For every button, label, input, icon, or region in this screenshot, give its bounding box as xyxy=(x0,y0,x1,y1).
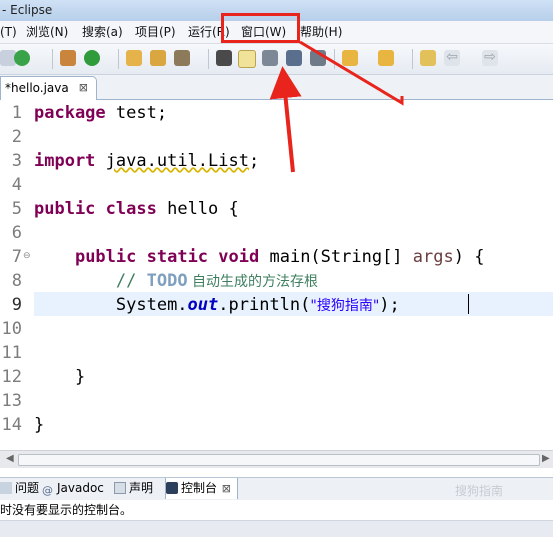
at-sign-icon: @ xyxy=(42,484,53,497)
editor-tab-row: *hello.java ⊠ xyxy=(0,75,553,100)
close-tab-icon[interactable]: ⊠ xyxy=(222,478,231,499)
menu-help[interactable]: 帮助(H) xyxy=(300,21,342,43)
open-folder-icon[interactable] xyxy=(150,50,166,66)
toggle-breakpoint-icon[interactable] xyxy=(216,50,232,66)
new-class-icon[interactable] xyxy=(84,50,100,66)
tab-console[interactable]: 控制台 ⊠ xyxy=(165,478,239,499)
line-number: 14 xyxy=(1,415,22,435)
line-number: 5 xyxy=(11,199,22,219)
tab-problems[interactable]: 问题 xyxy=(0,478,39,499)
prev-annotation-icon[interactable] xyxy=(378,50,394,66)
block-selection-icon[interactable] xyxy=(262,50,278,66)
forward-arrow-icon[interactable]: ⇨ xyxy=(482,50,498,66)
code-line-1: package test; xyxy=(34,103,168,123)
scrollbar-thumb[interactable] xyxy=(18,454,540,466)
code-line-3: import java.util.List; xyxy=(34,151,260,171)
toolbar-separator xyxy=(52,49,53,69)
scroll-right-icon[interactable]: ▶ xyxy=(542,453,550,464)
menu-search[interactable]: 搜索(a) xyxy=(82,21,123,43)
warning-underline: java.util.List xyxy=(105,151,249,171)
code-line-5: public class hello { xyxy=(34,199,239,219)
search-icon[interactable] xyxy=(174,50,190,66)
line-number: 7 xyxy=(11,247,22,267)
new-package-icon[interactable] xyxy=(60,50,76,66)
line-number: 1 xyxy=(11,103,22,123)
status-bar xyxy=(0,520,553,537)
console-icon xyxy=(166,482,178,494)
line-number-gutter: 1 2 3 4 5 6 7 8 9 10 11 12 13 14 ⊖ xyxy=(0,100,32,450)
menu-navigate[interactable]: 浏览(N) xyxy=(26,21,68,43)
console-message: 时没有要显示的控制台。 xyxy=(0,503,133,517)
highlight-box-annotation xyxy=(221,13,300,43)
tab-declaration[interactable]: 声明 xyxy=(114,478,153,499)
toolbar-separator xyxy=(208,49,209,69)
line-number: 12 xyxy=(1,367,22,387)
line-number: 11 xyxy=(1,343,22,363)
tab-label: *hello.java xyxy=(5,81,69,95)
line-number: 10 xyxy=(1,319,22,339)
show-whitespace-icon[interactable] xyxy=(286,50,302,66)
line-number: 13 xyxy=(1,391,22,411)
tab-hello-java[interactable]: *hello.java ⊠ xyxy=(0,76,97,100)
code-line-7: public static void main(String[] args) { xyxy=(74,247,485,267)
menu-tools[interactable]: (T) xyxy=(0,21,17,43)
declaration-icon xyxy=(114,482,126,494)
text-caret xyxy=(468,294,469,314)
tab-javadoc[interactable]: @ Javadoc xyxy=(42,478,104,499)
toggle-comment-icon[interactable] xyxy=(310,50,326,66)
toolbar-separator xyxy=(412,49,413,69)
problems-icon xyxy=(0,482,12,494)
code-line-12: } xyxy=(34,367,86,387)
line-number: 2 xyxy=(11,127,22,147)
scroll-left-icon[interactable]: ◀ xyxy=(6,453,14,464)
console-view: 时没有要显示的控制台。 xyxy=(0,500,553,520)
line-number: 9 xyxy=(11,295,22,315)
code-line-8: // TODO 自动生成的方法存根 xyxy=(115,271,319,291)
back-arrow-icon[interactable]: ⇦ xyxy=(444,50,460,66)
horizontal-scrollbar[interactable]: ◀ ▶ xyxy=(0,450,553,468)
open-type-icon[interactable] xyxy=(126,50,142,66)
line-number: 4 xyxy=(11,175,22,195)
code-line-9: System.out.println("搜狗指南"); xyxy=(115,295,400,315)
debug-icon[interactable] xyxy=(14,50,30,66)
fold-collapse-icon[interactable]: ⊖ xyxy=(23,251,31,261)
next-annotation-icon[interactable] xyxy=(342,50,358,66)
window-title: - Eclipse xyxy=(2,3,53,17)
toolbar-separator xyxy=(118,49,119,69)
toolbar: ⇦ ⇨ xyxy=(0,44,553,75)
line-number: 8 xyxy=(11,271,22,291)
line-number: 3 xyxy=(11,151,22,171)
mark-occurrences-icon[interactable] xyxy=(238,50,256,68)
toolbar-separator xyxy=(334,49,335,69)
code-editor[interactable]: 1 2 3 4 5 6 7 8 9 10 11 12 13 14 ⊖ packa… xyxy=(0,100,553,450)
line-number: 6 xyxy=(11,223,22,243)
menu-project[interactable]: 项目(P) xyxy=(135,21,176,43)
close-tab-icon[interactable]: ⊠ xyxy=(79,77,88,99)
watermark: 搜狗指南 xyxy=(455,484,504,498)
code-line-14: } xyxy=(34,415,45,435)
last-edit-location-icon[interactable] xyxy=(420,50,436,66)
